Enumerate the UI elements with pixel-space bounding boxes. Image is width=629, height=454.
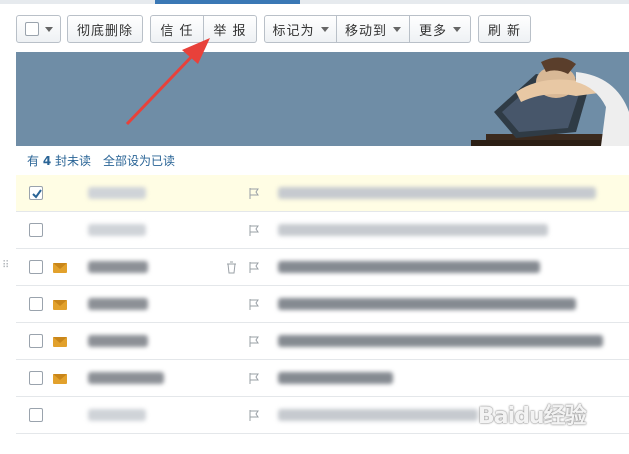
more-label: 更多 (418, 23, 447, 39)
top-accent-bar (155, 0, 300, 4)
flag-icon[interactable] (248, 298, 260, 311)
subject-redacted (278, 409, 478, 421)
chevron-down-icon (44, 26, 53, 32)
tired-person-illustration (471, 57, 629, 146)
row-checkbox[interactable] (29, 371, 43, 385)
row-checkbox[interactable] (29, 408, 43, 422)
mark-as-label: 标记为 (272, 23, 315, 39)
mail-row[interactable] (16, 323, 629, 360)
delete-permanently-button[interactable]: 彻底删除 (67, 15, 143, 43)
sender-redacted (88, 261, 148, 273)
subject-redacted (278, 224, 548, 236)
mail-row[interactable] (16, 286, 629, 323)
delete-permanently-label: 彻底删除 (76, 23, 133, 39)
subject-redacted (278, 187, 596, 199)
sender-redacted (88, 372, 164, 384)
mail-row[interactable] (16, 212, 629, 249)
sender-redacted (88, 335, 148, 347)
subject-redacted (278, 298, 576, 310)
top-strip (0, 0, 629, 4)
watermark-brand: Baidu经验 (478, 404, 587, 429)
checkmark-icon (32, 189, 42, 199)
baidu-watermark: Baidu经验 (478, 398, 587, 430)
drag-handle-icon[interactable]: ⠿ (2, 261, 9, 271)
mail-row[interactable] (16, 360, 629, 397)
refresh-label: 刷 新 (487, 23, 522, 39)
chevron-down-icon (320, 26, 329, 32)
row-checkbox[interactable] (29, 186, 43, 200)
unread-count: 4 (42, 154, 52, 168)
row-checkbox[interactable] (29, 334, 43, 348)
mail-list: ⠿ (2, 175, 629, 434)
chevron-down-icon (453, 26, 461, 32)
subject-redacted (278, 372, 393, 384)
row-checkbox[interactable] (29, 260, 43, 274)
mark-all-read-link[interactable]: 全部设为已读 (103, 152, 175, 169)
sender-redacted (88, 409, 146, 421)
mark-as-dropdown[interactable]: 标记为 (264, 15, 337, 43)
envelope-icon (53, 300, 67, 310)
refresh-button[interactable]: 刷 新 (478, 15, 531, 43)
flag-icon[interactable] (248, 187, 260, 200)
action-group: 标记为 移动到 更多 (264, 15, 471, 43)
chevron-down-icon (393, 26, 401, 32)
subject-redacted (278, 335, 603, 347)
envelope-icon (53, 374, 67, 384)
envelope-icon (53, 337, 67, 347)
sender-redacted (88, 224, 146, 236)
row-checkbox[interactable] (29, 223, 43, 237)
mail-toolbar: 彻底删除 信 任 举 报 标记为 移动到 更多 刷 新 (16, 14, 531, 44)
trust-button[interactable]: 信 任 (150, 15, 204, 43)
flag-icon[interactable] (248, 335, 260, 348)
flag-icon[interactable] (248, 409, 260, 422)
unread-prefix: 有 (27, 154, 40, 168)
unread-suffix: 封未读 (55, 154, 92, 168)
report-button[interactable]: 举 报 (204, 15, 257, 43)
unread-count-text: 有 4 封未读 (27, 152, 91, 169)
more-dropdown[interactable]: 更多 (410, 15, 471, 43)
flag-icon[interactable] (248, 372, 260, 385)
trust-report-group: 信 任 举 报 (150, 15, 257, 43)
subject-redacted (278, 261, 540, 273)
mail-row[interactable] (16, 175, 629, 212)
report-label: 举 报 (213, 23, 247, 39)
promo-banner (16, 52, 629, 146)
flag-icon[interactable] (248, 224, 260, 237)
move-to-label: 移动到 (344, 23, 387, 39)
row-checkbox[interactable] (29, 297, 43, 311)
mail-row[interactable]: ⠿ (2, 249, 629, 286)
flag-icon[interactable] (248, 261, 260, 274)
select-all-dropdown[interactable] (16, 15, 61, 43)
unread-summary: 有 4 封未读 全部设为已读 (27, 152, 175, 169)
sender-redacted (88, 298, 148, 310)
move-to-dropdown[interactable]: 移动到 (337, 15, 410, 43)
trust-label: 信 任 (160, 23, 194, 39)
sender-redacted (88, 187, 146, 199)
trash-icon[interactable] (226, 261, 237, 274)
checkbox-icon[interactable] (24, 22, 39, 36)
envelope-icon (53, 263, 67, 273)
